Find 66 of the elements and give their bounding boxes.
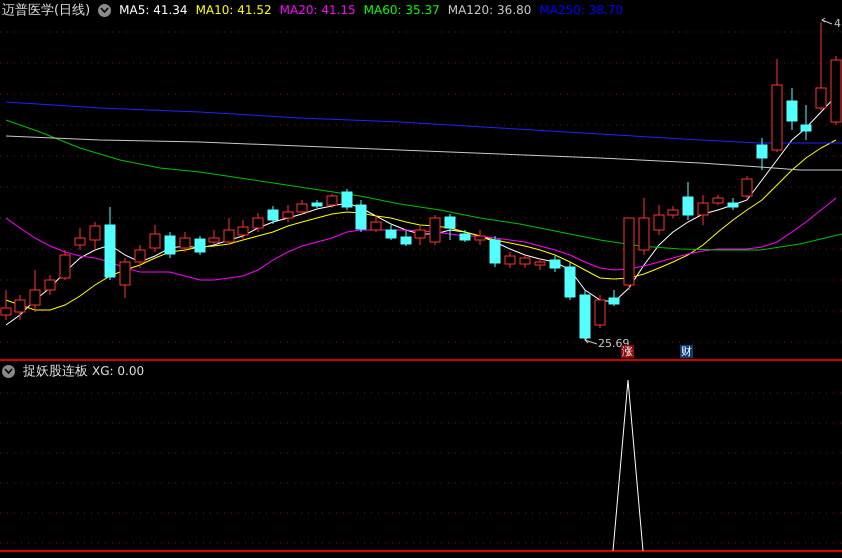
candlestick: [490, 236, 500, 268]
candlestick: [90, 222, 100, 250]
candlestick: [698, 194, 708, 226]
moving-average-reading: MA60: 35.37: [364, 3, 440, 17]
candlestick: [74, 228, 86, 250]
candlestick: [180, 232, 190, 252]
indicator-reading: XG: 0.00: [92, 364, 144, 378]
event-badge: 财: [680, 345, 693, 358]
candlestick: [756, 138, 768, 170]
candlestick: [312, 200, 322, 208]
candlestick: [356, 200, 366, 232]
stock-title: 迈普医学(日线): [2, 2, 90, 19]
candlestick: [386, 224, 396, 240]
candlestick: [252, 212, 264, 232]
candlestick: [534, 258, 546, 270]
candlestick: [520, 254, 530, 268]
candlestick: [564, 262, 576, 300]
candlestick: [268, 206, 278, 224]
candlestick: [430, 214, 440, 246]
candlestick: [238, 220, 248, 240]
indicator-title: 捉妖股连板: [23, 363, 88, 380]
candlestick: [460, 230, 470, 242]
chevron-down-icon[interactable]: [2, 364, 15, 378]
candlestick: [668, 206, 678, 218]
candlestick: [414, 224, 426, 246]
candlestick: [444, 214, 456, 240]
candlestick: [296, 200, 308, 216]
candlestick: [728, 198, 738, 210]
leader-line: [584, 336, 598, 344]
moving-average-reading: MA10: 41.52: [196, 3, 272, 17]
candlestick: [44, 274, 56, 296]
candlestick: [800, 104, 812, 140]
candlestick: [342, 188, 352, 210]
leader-line: [821, 18, 832, 24]
candlestick: [14, 294, 26, 320]
candlestick: [654, 204, 664, 236]
candlestick: [120, 258, 130, 298]
candlestick: [164, 232, 176, 258]
candlestick: [594, 294, 606, 328]
candlestick: [370, 214, 382, 232]
candlestick: [550, 256, 560, 272]
candlestick: [400, 230, 412, 246]
candlestick: [282, 204, 294, 222]
candlestick: [194, 236, 206, 256]
candlestick: [580, 290, 590, 340]
candlestick: [474, 230, 486, 246]
candlestick: [326, 194, 338, 208]
moving-average-reading: MA20: 41.15: [280, 3, 356, 17]
candlestick: [682, 182, 694, 220]
candlestick: [224, 218, 234, 246]
candlestick: [742, 176, 752, 198]
moving-average-reading: MA120: 36.80: [448, 3, 532, 17]
candlestick: [786, 88, 798, 130]
candlestick: [134, 244, 146, 268]
candlestick: [638, 198, 650, 256]
candlestick: [30, 270, 40, 312]
high-price-label: 4: [834, 17, 841, 30]
candlestick: [208, 230, 220, 244]
moving-average-reading: MA5: 41.34: [119, 3, 188, 17]
chevron-down-icon[interactable]: [98, 4, 112, 16]
candlestick: [608, 290, 620, 306]
moving-average-reading: MA250: 38.70: [539, 3, 624, 17]
candlestick: [60, 250, 70, 280]
candlestick: [150, 224, 160, 252]
candlestick: [504, 252, 516, 268]
candlestick: [712, 194, 724, 206]
